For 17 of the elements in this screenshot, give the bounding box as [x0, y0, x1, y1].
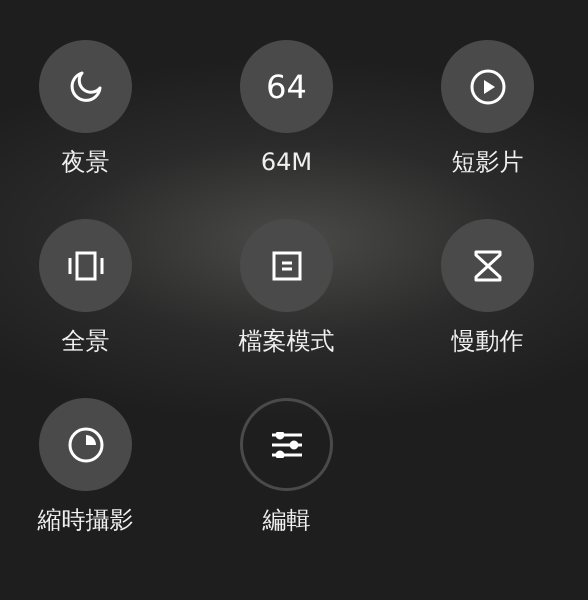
mode-button[interactable]: 64	[240, 40, 333, 133]
mode-label: 慢動作	[452, 326, 524, 357]
sliders-icon	[270, 432, 302, 458]
mode-label: 64M	[260, 147, 312, 178]
mode-label: 短影片	[452, 147, 524, 178]
mode-label: 全景	[62, 326, 110, 357]
mode-label: 縮時攝影	[38, 505, 134, 536]
document-icon	[272, 250, 302, 280]
mode-label: 夜景	[62, 147, 110, 178]
timer-icon	[68, 426, 104, 462]
mode-label: 編輯	[262, 505, 310, 536]
moon-icon	[68, 70, 102, 104]
mode-label: 檔案模式	[238, 326, 334, 357]
panorama-icon	[68, 250, 104, 280]
edit-button[interactable]	[240, 398, 333, 491]
play-icon	[470, 68, 506, 104]
hourglass-icon	[472, 250, 502, 282]
